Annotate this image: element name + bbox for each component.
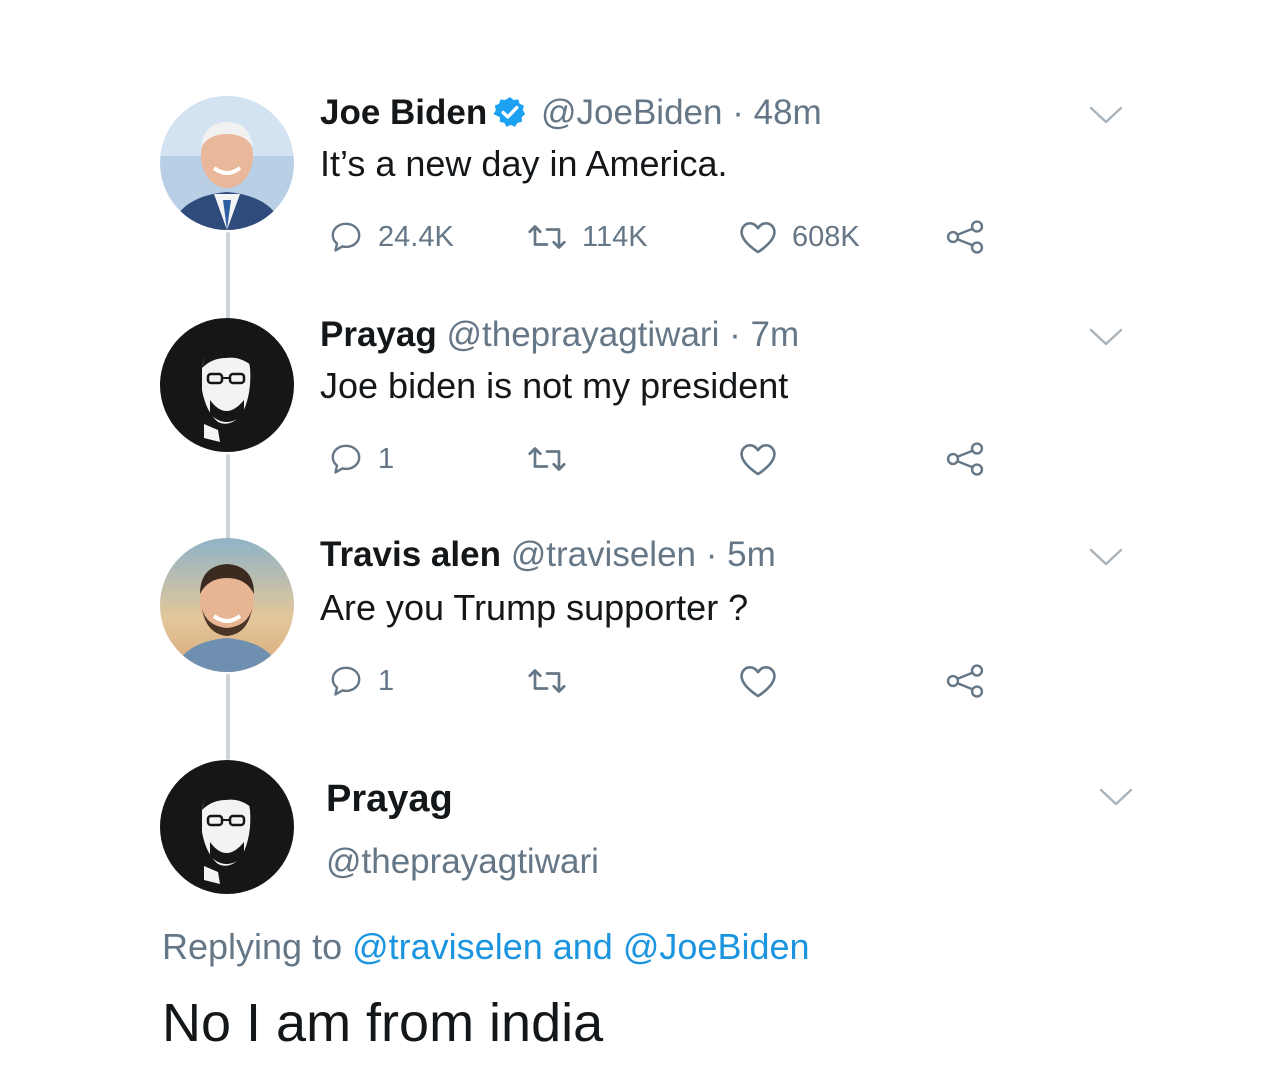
retweet-button[interactable]: [526, 663, 568, 699]
retweet-icon: [528, 447, 566, 471]
replying-prefix: Replying to: [162, 926, 343, 967]
retweet-icon: [528, 225, 566, 249]
reply-count: 1: [378, 442, 395, 475]
heart-icon: [740, 443, 776, 476]
reply-count: 1: [378, 664, 395, 697]
verified-badge-icon: [493, 95, 527, 129]
reply-icon: [331, 444, 361, 474]
avatar-prayag-detail[interactable]: [160, 760, 294, 894]
share-button[interactable]: [944, 441, 986, 477]
tweet-text: Are you Trump supporter ?: [320, 587, 749, 628]
tweet-header: Joe Biden @JoeBiden · 48m: [320, 92, 822, 134]
heart-icon: [740, 221, 776, 254]
avatar-joe-biden[interactable]: [160, 96, 294, 230]
like-count: 608K: [792, 220, 860, 253]
detail-tweet-text: No I am from india: [162, 993, 604, 1053]
retweet-button[interactable]: 114K: [526, 219, 648, 255]
avatar-prayag[interactable]: [160, 318, 294, 452]
reply-icon: [331, 222, 361, 252]
author-handle[interactable]: @traviselen: [511, 535, 696, 574]
reply-button[interactable]: 1: [328, 441, 394, 477]
share-button[interactable]: [944, 219, 986, 255]
author-name[interactable]: Prayag: [320, 315, 437, 354]
chevron-down-icon[interactable]: [1098, 786, 1134, 808]
timestamp[interactable]: 5m: [727, 535, 776, 574]
chevron-down-icon[interactable]: [1088, 326, 1124, 348]
like-button[interactable]: [738, 663, 778, 699]
detail-author-handle[interactable]: @theprayagtiwari: [326, 842, 599, 882]
mention-link[interactable]: @JoeBiden: [623, 926, 810, 967]
thread-line-2: [226, 454, 230, 540]
travis-photo-icon: [160, 538, 294, 672]
timestamp[interactable]: 48m: [754, 93, 822, 132]
author-name[interactable]: Joe Biden: [320, 93, 487, 132]
reply-icon: [331, 666, 361, 696]
author-name[interactable]: Travis alen: [320, 535, 501, 574]
share-icon: [946, 664, 984, 698]
tweet-text: It’s a new day in America.: [320, 143, 728, 184]
separator-dot: ·: [705, 535, 718, 574]
prayag-sketch-avatar-icon: [160, 760, 294, 894]
avatar-travis[interactable]: [160, 538, 294, 672]
author-handle[interactable]: @JoeBiden: [541, 93, 722, 132]
retweet-icon: [528, 669, 566, 693]
chevron-down-icon[interactable]: [1088, 104, 1124, 126]
heart-icon: [740, 665, 776, 698]
mention-link[interactable]: @traviselen: [352, 926, 543, 967]
retweet-button[interactable]: [526, 441, 568, 477]
retweet-count: 114K: [582, 220, 648, 253]
tweet-header: Travis alen @traviselen · 5m: [320, 534, 776, 576]
separator-dot: ·: [732, 93, 744, 132]
share-icon: [946, 442, 984, 476]
like-button[interactable]: [738, 441, 778, 477]
separator-dot: ·: [729, 315, 741, 354]
mention-conjunction: and: [552, 926, 613, 967]
prayag-sketch-avatar-icon: [160, 318, 294, 452]
author-handle[interactable]: @theprayagtiwari: [446, 315, 719, 354]
share-icon: [946, 220, 984, 254]
reply-button[interactable]: 24.4K: [328, 219, 454, 255]
chevron-down-icon[interactable]: [1088, 546, 1124, 568]
detail-author-name[interactable]: Prayag: [326, 778, 453, 821]
share-button[interactable]: [944, 663, 986, 699]
thread-line-1: [226, 232, 230, 320]
joe-biden-photo-icon: [160, 96, 294, 230]
reply-count: 24.4K: [378, 220, 454, 253]
timestamp[interactable]: 7m: [750, 315, 799, 354]
tweet-text: Joe biden is not my president: [320, 365, 789, 406]
tweet-header: Prayag @theprayagtiwari · 7m: [320, 314, 799, 356]
thread-line-3: [226, 674, 230, 760]
reply-button[interactable]: 1: [328, 663, 394, 699]
replying-to-line: Replying to @traviselen and @JoeBiden: [162, 926, 810, 968]
like-button[interactable]: 608K: [738, 219, 860, 255]
